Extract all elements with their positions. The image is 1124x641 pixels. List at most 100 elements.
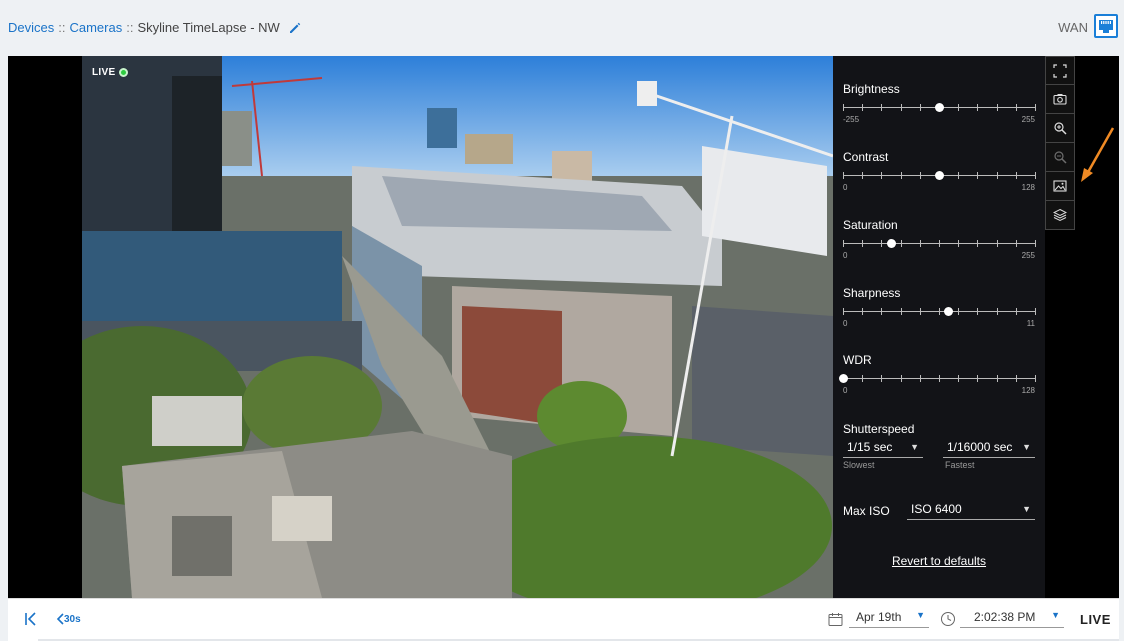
pencil-edit-icon[interactable] — [288, 21, 302, 35]
slider-contrast: Contrast 0 128 — [843, 150, 1036, 192]
slider-track[interactable] — [839, 374, 1036, 384]
slider-tick — [862, 375, 864, 382]
slider-tick — [900, 172, 902, 179]
slider-tick — [843, 104, 844, 111]
slider-tick — [862, 240, 864, 247]
shutter-fastest-select[interactable]: 1/16000 sec ▼ — [943, 440, 1035, 458]
chevron-down-icon: ▼ — [916, 610, 925, 620]
zoom-out-button[interactable] — [1045, 143, 1075, 172]
slider-min-label: 0 — [843, 251, 848, 260]
slider-track[interactable] — [843, 171, 1036, 181]
slider-min-label: 0 — [843, 386, 848, 395]
slider-tick — [996, 375, 998, 382]
slider-max-label: 128 — [1021, 386, 1035, 395]
slider-tick — [939, 240, 940, 247]
clock-icon — [941, 612, 955, 626]
slider-range: 0 128 — [843, 386, 1035, 395]
snapshot-button[interactable] — [1045, 85, 1075, 114]
date-select[interactable]: Apr 19th ▼ — [849, 610, 929, 628]
go-live-button[interactable]: LIVE — [1080, 612, 1111, 627]
slider-tick — [958, 375, 960, 382]
slider-thumb[interactable] — [935, 103, 944, 112]
live-status-dot — [119, 68, 129, 77]
slider-tick — [996, 240, 998, 247]
shutter-fastest-value: 1/16000 sec — [947, 440, 1013, 454]
chevron-down-icon: ▼ — [910, 442, 919, 452]
slider-saturation: Saturation 0 255 — [843, 218, 1036, 260]
layers-icon — [1053, 208, 1067, 222]
slider-range: 0 128 — [843, 183, 1035, 192]
page-header: Devices :: Cameras :: Skyline TimeLapse … — [0, 0, 1124, 56]
slider-tick — [1015, 308, 1017, 315]
slider-thumb[interactable] — [839, 374, 848, 383]
skip-to-start-button[interactable] — [24, 611, 38, 632]
slider-tick — [919, 375, 921, 382]
slider-tick — [977, 240, 979, 247]
slider-tick — [843, 308, 844, 315]
live-video-feed[interactable] — [82, 56, 833, 598]
slider-max-label: 255 — [1021, 115, 1035, 124]
slider-tick — [862, 172, 864, 179]
fullscreen-button[interactable] — [1045, 56, 1075, 85]
zoom-in-button[interactable] — [1045, 114, 1075, 143]
shutter-slowest-select[interactable]: 1/15 sec ▼ — [843, 440, 923, 458]
slider-tick — [1035, 104, 1036, 111]
slider-tick — [881, 308, 883, 315]
camera-viewer: LIVE Brightness -255 255 Contrast 0 128 Satura… — [8, 56, 1119, 598]
slider-sharpness: Sharpness 0 11 — [843, 286, 1036, 328]
slider-tick — [958, 172, 960, 179]
layers-button[interactable] — [1045, 201, 1075, 230]
slider-tick — [1035, 375, 1036, 382]
slider-max-label: 255 — [1021, 251, 1035, 260]
slider-tick — [919, 172, 921, 179]
slider-min-label: -255 — [843, 115, 860, 124]
slider-tick — [1015, 240, 1017, 247]
slider-track[interactable] — [843, 307, 1036, 317]
breadcrumb: Devices :: Cameras :: Skyline TimeLapse … — [8, 20, 302, 35]
slider-tick — [881, 375, 883, 382]
slider-track[interactable] — [843, 239, 1036, 249]
slider-label: WDR — [843, 353, 872, 367]
ethernet-port-icon[interactable] — [1094, 14, 1118, 38]
orange-arrow-annotation-icon — [1081, 127, 1115, 182]
slider-tick — [1035, 240, 1036, 247]
slider-tick — [862, 308, 864, 315]
image-settings-button[interactable] — [1045, 172, 1075, 201]
breadcrumb-devices-link[interactable]: Devices — [8, 20, 54, 35]
slider-tick — [1015, 172, 1017, 179]
zoom-out-icon — [1054, 151, 1067, 164]
slider-label: Brightness — [843, 82, 900, 96]
rewind-30s-button[interactable]: 30s — [56, 613, 81, 625]
live-badge-label: LIVE — [92, 67, 116, 78]
time-select[interactable]: 2:02:38 PM ▼ — [960, 610, 1064, 628]
shutterspeed-label: Shutterspeed — [843, 422, 915, 436]
breadcrumb-cameras-link[interactable]: Cameras — [69, 20, 122, 35]
slider-thumb[interactable] — [935, 171, 944, 180]
slider-max-label: 11 — [1026, 319, 1035, 328]
camera-snapshot-icon — [1053, 94, 1067, 105]
slider-tick — [862, 104, 864, 111]
slider-min-label: 0 — [843, 183, 848, 192]
slider-tick — [977, 104, 979, 111]
chevron-down-icon: ▼ — [1022, 504, 1031, 514]
slider-tick — [958, 240, 960, 247]
slider-tick — [919, 240, 921, 247]
slider-brightness: Brightness -255 255 — [843, 82, 1036, 124]
max-iso-select[interactable]: ISO 6400 ▼ — [907, 502, 1035, 520]
breadcrumb-separator: :: — [58, 20, 66, 35]
date-value: Apr 19th — [856, 610, 902, 624]
slider-tick — [939, 375, 940, 382]
slider-thumb[interactable] — [943, 307, 953, 316]
slider-track[interactable] — [843, 103, 1036, 113]
slider-tick — [843, 172, 844, 179]
image-settings-panel: Brightness -255 255 Contrast 0 128 Saturation 0… — [833, 56, 1045, 598]
chevron-left-icon — [56, 613, 64, 625]
slider-thumb[interactable] — [887, 239, 897, 248]
slider-tick — [1015, 375, 1017, 382]
slider-tick — [1035, 172, 1036, 179]
slider-tick — [939, 308, 940, 315]
city-skyline-image — [82, 56, 833, 598]
revert-to-defaults-link[interactable]: Revert to defaults — [833, 554, 1045, 568]
slider-label: Sharpness — [843, 286, 901, 300]
slider-range: -255 255 — [843, 115, 1035, 124]
